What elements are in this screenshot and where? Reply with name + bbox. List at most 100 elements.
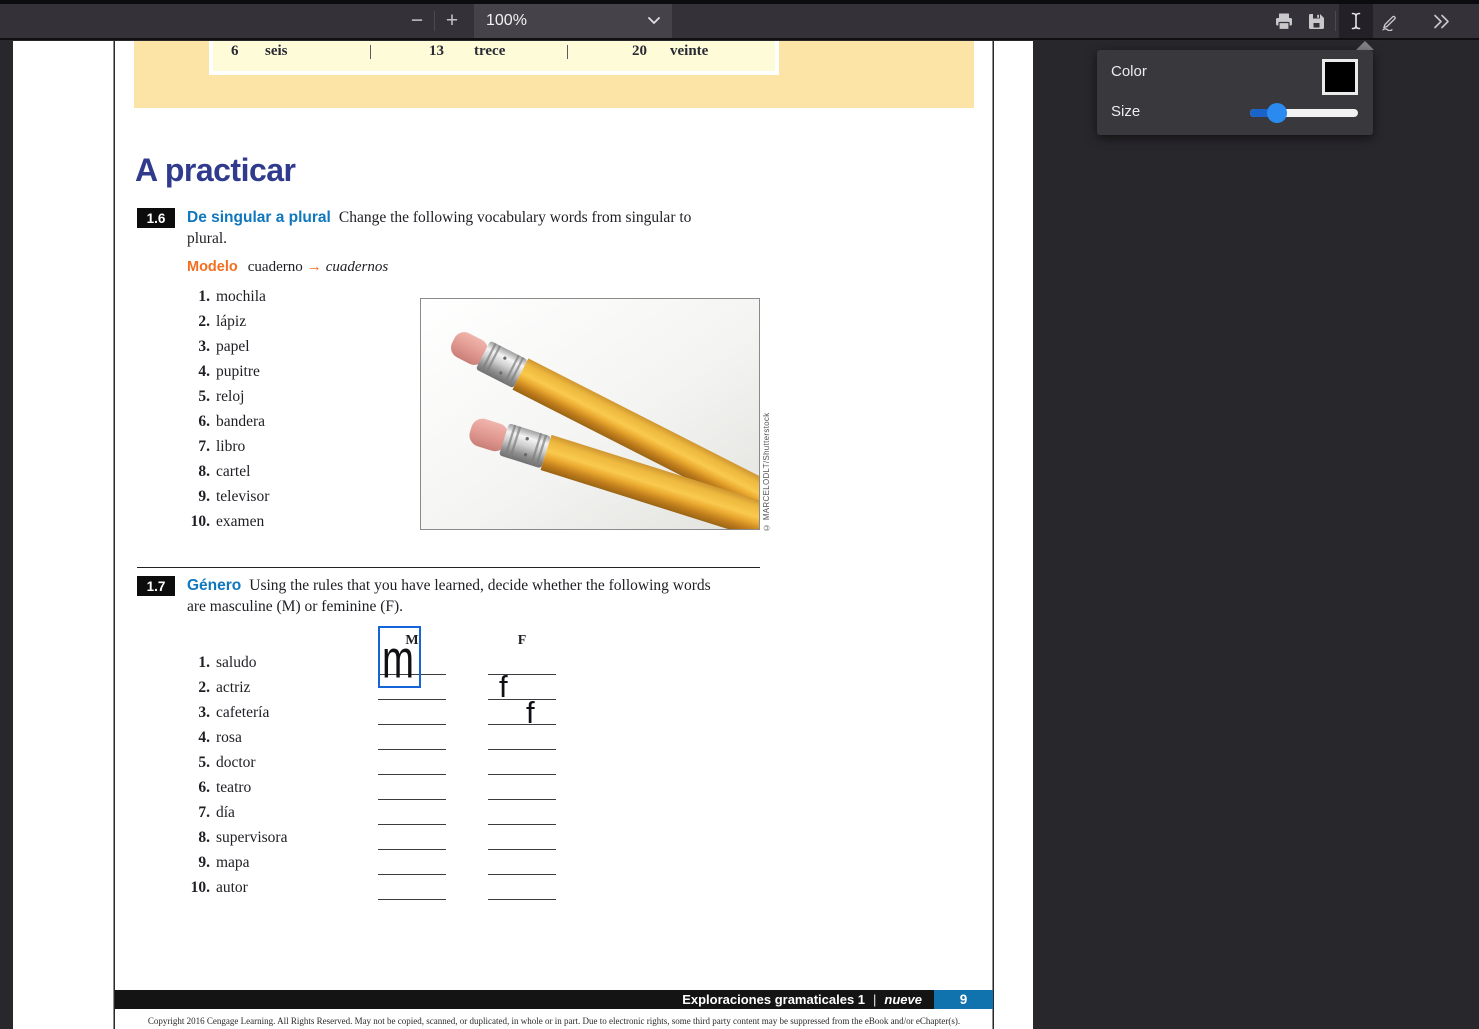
item-number: 2. xyxy=(115,313,210,331)
number-word: trece xyxy=(474,43,505,60)
gender-list-row: 7. día xyxy=(115,804,595,829)
table-divider xyxy=(370,45,371,59)
zoom-level-dropdown[interactable]: 100% xyxy=(474,4,672,38)
item-number: 9. xyxy=(115,854,210,872)
number-value: 13 xyxy=(429,43,444,60)
answer-blank-f xyxy=(488,824,556,826)
exercise-17-header: GéneroUsing the rules that you have lear… xyxy=(187,575,772,617)
answer-blank-f xyxy=(488,774,556,776)
item-number: 7. xyxy=(115,438,210,456)
item-word: lápiz xyxy=(216,313,246,331)
page-footer-bar: Exploraciones gramaticales 1 | nueve xyxy=(115,990,934,1009)
zoom-level-value: 100% xyxy=(486,12,527,30)
item-number: 8. xyxy=(115,463,210,481)
answer-blank-m xyxy=(378,799,446,801)
modelo-source-word: cuaderno xyxy=(248,259,303,275)
answer-blank-m xyxy=(378,849,446,851)
active-text-annotation-box[interactable]: m xyxy=(378,626,421,688)
item-number: 7. xyxy=(115,804,210,822)
vocab-list-item: 10. examen xyxy=(115,513,415,538)
item-word: doctor xyxy=(216,754,256,772)
page-number-badge: 9 xyxy=(934,990,993,1009)
exercise-number-badge: 1.6 xyxy=(137,208,175,228)
color-swatch[interactable] xyxy=(1322,59,1358,95)
footer-separator: | xyxy=(873,992,876,1007)
vocab-list-item: 1. mochila xyxy=(115,288,415,313)
previous-page-edge xyxy=(13,41,114,1029)
item-number: 8. xyxy=(115,829,210,847)
annotation-text-f2[interactable]: f xyxy=(526,697,535,728)
answer-blank-f xyxy=(488,724,556,726)
exercise-instructions-line: GéneroUsing the rules that you have lear… xyxy=(187,575,772,596)
item-number: 5. xyxy=(115,388,210,406)
zoom-in-button[interactable]: + xyxy=(438,4,466,38)
page-number-word: nueve xyxy=(884,992,922,1007)
annotation-text-f1[interactable]: f xyxy=(499,671,508,702)
print-button[interactable] xyxy=(1268,4,1300,38)
answer-blank-f xyxy=(488,799,556,801)
item-word: rosa xyxy=(216,729,242,747)
save-button[interactable] xyxy=(1300,4,1332,38)
item-number: 9. xyxy=(115,488,210,506)
item-word: pupitre xyxy=(216,363,260,381)
vocab-list-16: 1. mochila 2. lápiz 3. papel 4. pupitre xyxy=(115,288,415,538)
answer-blank-f xyxy=(488,749,556,751)
item-number: 4. xyxy=(115,729,210,747)
item-number: 6. xyxy=(115,413,210,431)
item-number: 1. xyxy=(115,654,210,672)
text-tool-button[interactable] xyxy=(1339,4,1373,38)
vocab-list-item: 2. lápiz xyxy=(115,313,415,338)
item-word: supervisora xyxy=(216,829,287,847)
ebook-reader-app: − + 100% xyxy=(0,0,1479,1029)
slider-thumb[interactable] xyxy=(1267,103,1287,123)
more-tools-button[interactable] xyxy=(1427,4,1455,38)
item-number: 10. xyxy=(115,879,210,897)
numbers-table: 6 seis 13 trece 20 veinte xyxy=(209,41,779,75)
pen-icon xyxy=(1380,12,1399,31)
printer-icon xyxy=(1275,13,1293,30)
book-title: Exploraciones gramaticales 1 xyxy=(682,992,865,1007)
item-word: examen xyxy=(216,513,264,531)
answer-blank-m xyxy=(378,749,446,751)
item-number: 3. xyxy=(115,338,210,356)
item-word: saludo xyxy=(216,654,256,672)
gender-list-row: 8. supervisora xyxy=(115,829,595,854)
zoom-out-button[interactable]: − xyxy=(403,4,431,38)
exercise-title: De singular a plural xyxy=(187,209,331,226)
item-word: actriz xyxy=(216,679,250,697)
text-cursor-icon xyxy=(1348,12,1364,30)
instruction-text: are masculine (M) or feminine (F). xyxy=(187,596,772,617)
answer-blank-f xyxy=(488,899,556,901)
instruction-text: plural. xyxy=(187,228,772,249)
column-header-feminine: F xyxy=(488,633,556,649)
pen-tool-button[interactable] xyxy=(1373,4,1405,38)
copyright-notice: Copyright 2016 Cengage Learning. All Rig… xyxy=(115,1016,993,1026)
gender-list-row: 3. cafetería xyxy=(115,704,595,729)
size-label: Size xyxy=(1111,103,1140,120)
item-word: mochila xyxy=(216,288,266,306)
instruction-text: Change the following vocabulary words fr… xyxy=(339,209,692,226)
modelo-label: Modelo xyxy=(187,259,238,275)
size-slider[interactable] xyxy=(1250,99,1362,127)
number-word: seis xyxy=(265,43,288,60)
item-number: 10. xyxy=(115,513,210,531)
exercise-number-badge: 1.7 xyxy=(137,576,175,596)
item-word: cafetería xyxy=(216,704,269,722)
item-word: autor xyxy=(216,879,248,897)
numbers-table-band: 6 seis 13 trece 20 veinte xyxy=(134,41,974,108)
double-chevron-right-icon xyxy=(1433,14,1450,29)
vocab-list-item: 8. cartel xyxy=(115,463,415,488)
answer-blank-m xyxy=(378,774,446,776)
exercise-instructions-line: De singular a plural Change the following… xyxy=(187,207,772,228)
item-word: papel xyxy=(216,338,250,356)
annotation-tools xyxy=(1268,4,1455,38)
photo-credit: © MARCELODLT/Shutterstock xyxy=(762,374,771,532)
item-word: mapa xyxy=(216,854,250,872)
item-word: reloj xyxy=(216,388,244,406)
gender-list-row: 1. saludo xyxy=(115,654,595,679)
gender-list-17: 1. saludo 2. actriz xyxy=(115,654,595,904)
book-page[interactable]: 6 seis 13 trece 20 veinte A practicar 1.… xyxy=(115,41,993,1029)
answer-blank-m xyxy=(378,874,446,876)
next-page-edge xyxy=(994,41,1033,1029)
item-number: 4. xyxy=(115,363,210,381)
